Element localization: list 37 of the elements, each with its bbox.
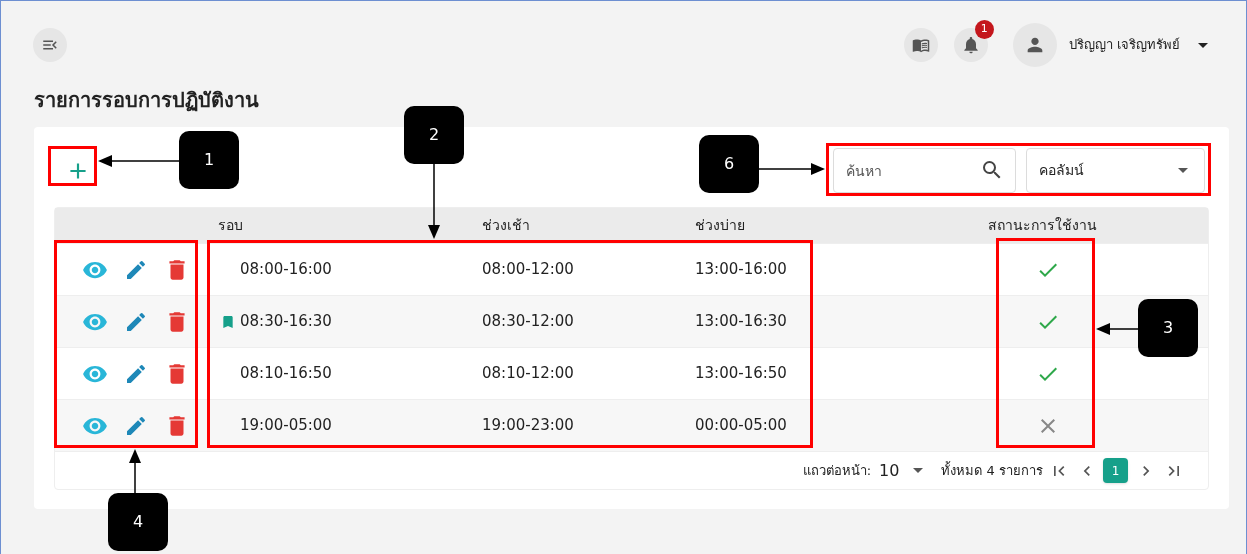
rows-per-page-label: แถวต่อหน้า:	[802, 461, 872, 480]
table-cell: 08:00-12:00	[482, 260, 574, 279]
total-count: ทั้งหมด 4 รายการ	[941, 460, 1043, 480]
table-cell: 19:00-23:00	[482, 416, 574, 435]
highlight-frame	[48, 146, 97, 186]
rows-per-page-select[interactable]: 10	[879, 458, 924, 483]
book-icon	[911, 36, 930, 54]
column-header: ช่วงบ่าย	[695, 217, 745, 233]
caret-icon	[1198, 42, 1208, 48]
table-cell: 08:10-12:00	[482, 364, 574, 383]
column-header: สถานะการใช้งาน	[987, 216, 1097, 235]
user-menu[interactable]: ปริญญา เจริญทรัพย์	[1068, 35, 1208, 55]
search-field[interactable]: ค้นหา	[833, 148, 1016, 193]
table-cell-text: 08:10-16:50	[240, 363, 332, 385]
table-cell-text: 19:00-05:00	[240, 415, 332, 437]
column-select[interactable]: คอลัมน์	[1026, 148, 1205, 193]
page-title: รายการรอบการปฏิบัติงาน	[34, 87, 260, 114]
callout-badge: 3	[1138, 299, 1198, 357]
table-cell: 00:00-05:00	[695, 416, 787, 435]
avatar-button[interactable]	[1012, 23, 1057, 67]
caret-icon	[1178, 168, 1188, 173]
callout-badge: 6	[699, 135, 759, 193]
table-cell: 13:00-16:30	[695, 312, 787, 331]
table-cell: 08:30-12:00	[482, 312, 574, 331]
caret-icon	[913, 468, 924, 473]
notification-count: 1	[974, 20, 994, 39]
collapse-menu-button[interactable]	[33, 28, 67, 62]
table-cell: 13:00-16:00	[695, 260, 787, 279]
table-cell: 13:00-16:50	[695, 364, 787, 383]
callout-badge: 1	[179, 131, 239, 189]
table-cell-text: 08:30-16:30	[240, 311, 332, 333]
manual-button[interactable]	[903, 28, 938, 62]
callout-badge: 2	[404, 106, 464, 164]
callout-badge: 4	[108, 493, 168, 551]
table-cell-text: 08:00-16:00	[240, 259, 332, 281]
column-header: ช่วงเช้า	[482, 217, 530, 233]
column-header: รอบ	[218, 217, 243, 233]
